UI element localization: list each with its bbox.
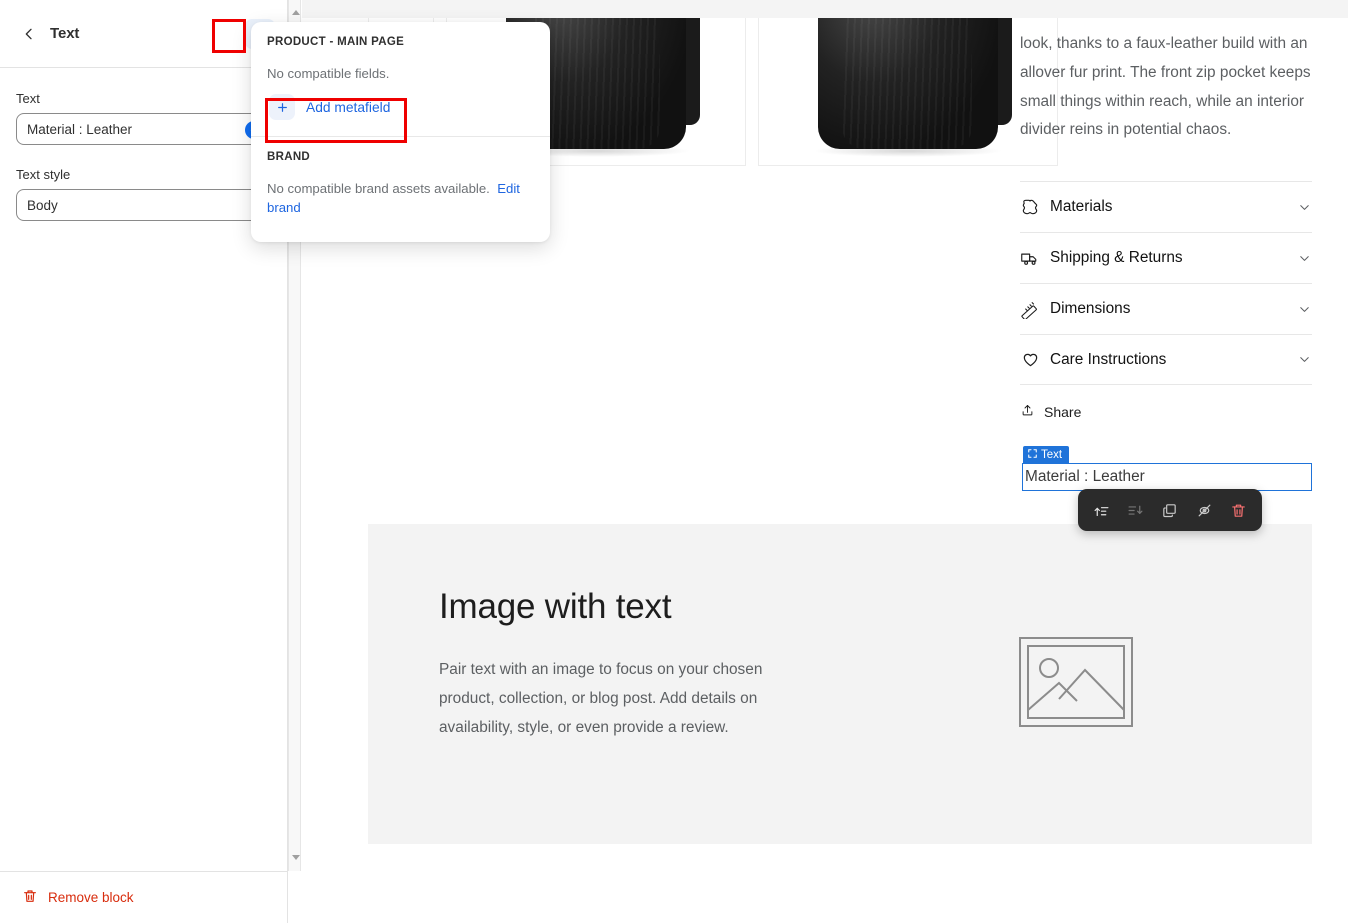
image-with-text-heading: Image with text xyxy=(439,587,672,626)
text-style-select[interactable]: Body xyxy=(16,189,272,221)
field-text-style: Text style Body xyxy=(16,166,272,221)
popover-section-brand: BRAND No compatible brand assets availab… xyxy=(251,136,550,242)
move-down-icon[interactable] xyxy=(1122,496,1150,524)
popover-section-heading: BRAND xyxy=(267,151,311,163)
preview-top-band xyxy=(302,0,1348,18)
backpack-image-side xyxy=(818,18,1012,149)
popover-section-heading: PRODUCT - MAIN PAGE xyxy=(267,36,405,48)
add-metafield-button[interactable]: Add metafield xyxy=(267,90,534,124)
image-with-text-media xyxy=(839,524,1312,844)
popover-section-product: PRODUCT - MAIN PAGE No compatible fields… xyxy=(251,22,550,136)
field-label: Text style xyxy=(16,167,71,182)
panel-footer: Remove block xyxy=(0,871,287,923)
accordion-label: Materials xyxy=(1050,198,1113,216)
accordion-row-care-instructions[interactable]: Care Instructions xyxy=(1020,334,1312,386)
add-metafield-label: Add metafield xyxy=(306,99,391,115)
scroll-up-arrow-icon[interactable] xyxy=(289,5,302,20)
ruler-icon xyxy=(1020,299,1050,320)
accordion-row-dimensions[interactable]: Dimensions xyxy=(1020,283,1312,334)
image-with-text-section: Image with text Pair text with an image … xyxy=(368,524,1312,844)
accordion-label: Care Instructions xyxy=(1050,350,1167,368)
selected-block-tag-label: Text xyxy=(1041,448,1063,461)
accordion-row-materials[interactable]: Materials xyxy=(1020,181,1312,232)
product-description: look, thanks to a faux-leather build wit… xyxy=(1020,35,1311,139)
delete-icon[interactable] xyxy=(1225,496,1253,524)
plus-icon xyxy=(269,94,295,120)
product-info-column: look, thanks to a faux-leather build wit… xyxy=(1020,18,1312,421)
share-button[interactable]: Share xyxy=(1020,403,1312,421)
text-style-value: Body xyxy=(27,197,58,213)
share-icon xyxy=(1020,403,1035,421)
dynamic-source-popover: PRODUCT - MAIN PAGE No compatible fields… xyxy=(251,22,550,242)
scroll-down-arrow-icon[interactable] xyxy=(289,850,302,865)
remove-block-label: Remove block xyxy=(48,890,134,905)
page-title: Text xyxy=(50,25,80,42)
popover-empty-note: No compatible fields. xyxy=(267,66,390,81)
panel-body: Text Material : Leather Text style Body xyxy=(0,68,287,221)
product-thumb-3[interactable] xyxy=(758,18,1058,166)
accordion-label: Dimensions xyxy=(1050,300,1131,318)
chevron-down-icon[interactable] xyxy=(1297,302,1312,317)
field-text: Text Material : Leather xyxy=(16,90,272,145)
selected-block-tag[interactable]: Text xyxy=(1023,446,1070,463)
image-with-text-content: Image with text Pair text with an image … xyxy=(368,524,839,844)
image-placeholder-icon xyxy=(1018,636,1133,732)
panel-header: Text xyxy=(0,0,287,68)
chevron-down-icon[interactable] xyxy=(1297,352,1312,367)
leather-hide-icon xyxy=(1020,197,1050,217)
field-label: Text xyxy=(16,91,40,106)
hide-icon[interactable] xyxy=(1190,496,1218,524)
accordion-row-shipping-returns[interactable]: Shipping & Returns xyxy=(1020,232,1312,283)
delivery-truck-icon xyxy=(1020,248,1050,269)
image-with-text-paragraph: Pair text with an image to focus on your… xyxy=(439,661,763,736)
block-brackets-icon xyxy=(1028,448,1037,461)
share-label: Share xyxy=(1044,404,1082,421)
remove-block-button[interactable]: Remove block xyxy=(22,888,134,907)
product-accordion: Materials Shipping & Returns Dimensions … xyxy=(1020,181,1312,386)
popover-brand-note: No compatible brand assets available. Ed… xyxy=(267,179,534,217)
move-up-icon[interactable] xyxy=(1087,496,1115,524)
duplicate-icon[interactable] xyxy=(1156,496,1184,524)
text-input-value: Material : Leather xyxy=(27,121,133,137)
selected-text-block-field[interactable]: Material : Leather xyxy=(1022,463,1312,491)
block-settings-panel: Text Text Material : Leather Text style … xyxy=(0,0,288,923)
block-action-toolbar xyxy=(1078,489,1262,531)
trash-icon xyxy=(22,888,38,907)
chevron-down-icon[interactable] xyxy=(1297,200,1312,215)
app-root: look, thanks to a faux-leather build wit… xyxy=(0,0,1348,923)
heart-icon xyxy=(1020,349,1050,370)
text-input[interactable]: Material : Leather xyxy=(16,113,272,145)
popover-brand-note-text: No compatible brand assets available. xyxy=(267,181,490,196)
back-button[interactable] xyxy=(16,21,42,47)
accordion-label: Shipping & Returns xyxy=(1050,249,1183,267)
chevron-down-icon[interactable] xyxy=(1297,251,1312,266)
